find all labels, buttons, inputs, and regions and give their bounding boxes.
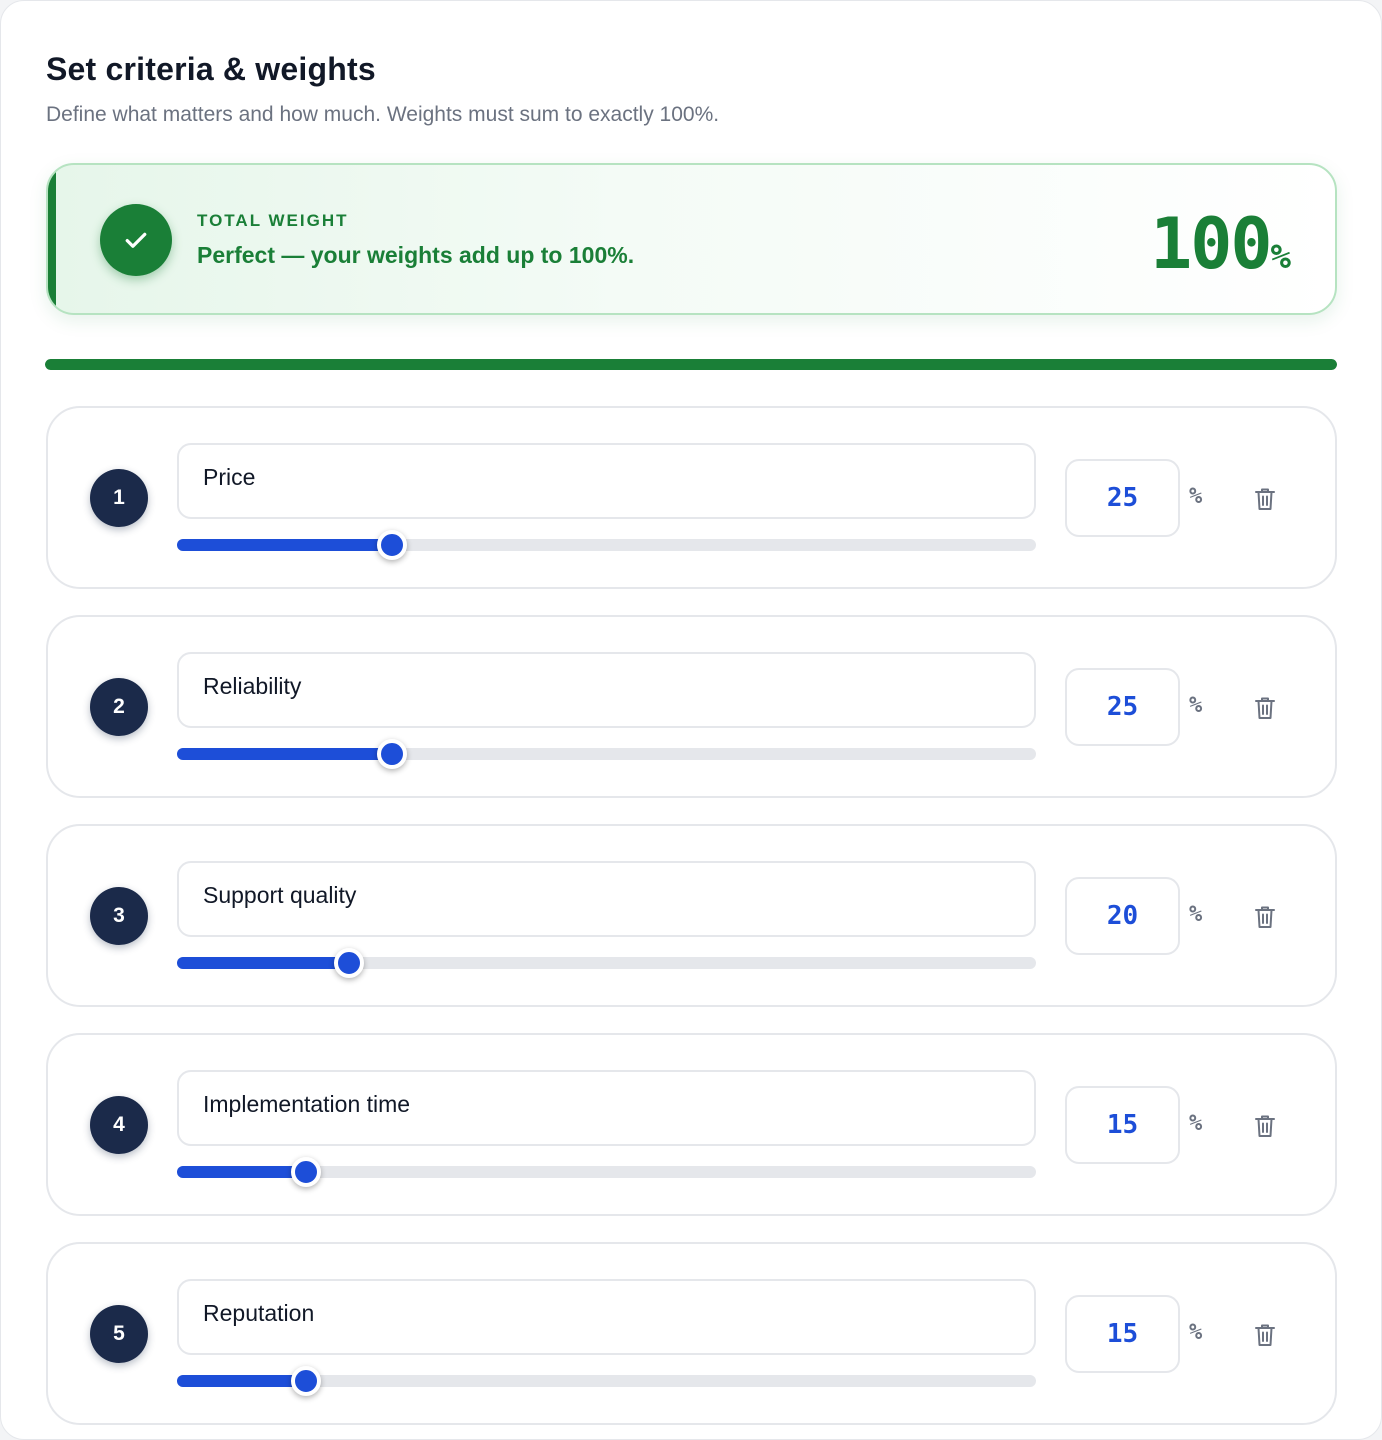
criterion-weight-input[interactable]: 15 [1065,1086,1180,1164]
slider-thumb[interactable] [290,1366,321,1396]
criterion-index-badge: 3 [90,887,148,945]
trash-icon[interactable] [1252,1321,1278,1349]
criterion-weight-input[interactable]: 15 [1065,1295,1180,1373]
slider-fill [177,1375,306,1387]
trash-icon[interactable] [1252,485,1278,513]
page-title: Set criteria & weights [46,51,376,87]
percent-sign: % [1189,484,1203,509]
total-progress-bar [45,359,1337,370]
criterion-name-input[interactable]: Reputation [177,1279,1036,1355]
slider-fill [177,748,392,760]
check-icon [100,204,172,276]
page-subtitle: Define what matters and how much. Weight… [46,103,720,126]
criterion-weight-slider[interactable] [177,1366,1036,1396]
total-weight-value: 100% [1150,203,1291,285]
trash-icon[interactable] [1252,903,1278,931]
criterion-name-input[interactable]: Implementation time [177,1070,1036,1146]
total-weight-panel: TOTAL WEIGHT Perfect — your weights add … [46,163,1337,315]
slider-fill [177,1166,306,1178]
criterion-index-badge: 4 [90,1096,148,1154]
criterion-name-input[interactable]: Support quality [177,861,1036,937]
slider-thumb[interactable] [376,530,407,560]
criterion-weight-input[interactable]: 20 [1065,877,1180,955]
percent-sign: % [1189,693,1203,718]
percent-sign: % [1189,902,1203,927]
slider-fill [177,957,349,969]
total-progress-fill [45,359,1337,370]
slider-fill [177,539,392,551]
slider-thumb[interactable] [333,948,364,978]
criterion-row: 5 Reputation 15 % [46,1242,1337,1425]
criterion-weight-slider[interactable] [177,739,1036,769]
criterion-row: 1 Price 25 % [46,406,1337,589]
percent-sign: % [1189,1111,1203,1136]
slider-thumb[interactable] [376,739,407,769]
total-weight-unit: % [1270,237,1291,277]
criterion-row: 2 Reliability 25 % [46,615,1337,798]
criterion-name-input[interactable]: Reliability [177,652,1036,728]
criterion-index-badge: 1 [90,469,148,527]
total-weight-message: Perfect — your weights add up to 100%. [197,242,635,268]
criteria-card: Set criteria & weights Define what matte… [0,0,1382,1440]
criterion-weight-input[interactable]: 25 [1065,459,1180,537]
percent-sign: % [1189,1320,1203,1345]
criterion-row: 3 Support quality 20 % [46,824,1337,1007]
criterion-weight-slider[interactable] [177,1157,1036,1187]
criterion-weight-slider[interactable] [177,530,1036,560]
slider-thumb[interactable] [290,1157,321,1187]
criterion-weight-input[interactable]: 25 [1065,668,1180,746]
criterion-name-input[interactable]: Price [177,443,1036,519]
criterion-index-badge: 2 [90,678,148,736]
trash-icon[interactable] [1252,694,1278,722]
total-weight-number: 100 [1150,203,1272,285]
trash-icon[interactable] [1252,1112,1278,1140]
criterion-index-badge: 5 [90,1305,148,1363]
criterion-row: 4 Implementation time 15 % [46,1033,1337,1216]
total-weight-label: TOTAL WEIGHT [197,211,349,230]
status-stripe [48,165,56,313]
criterion-weight-slider[interactable] [177,948,1036,978]
